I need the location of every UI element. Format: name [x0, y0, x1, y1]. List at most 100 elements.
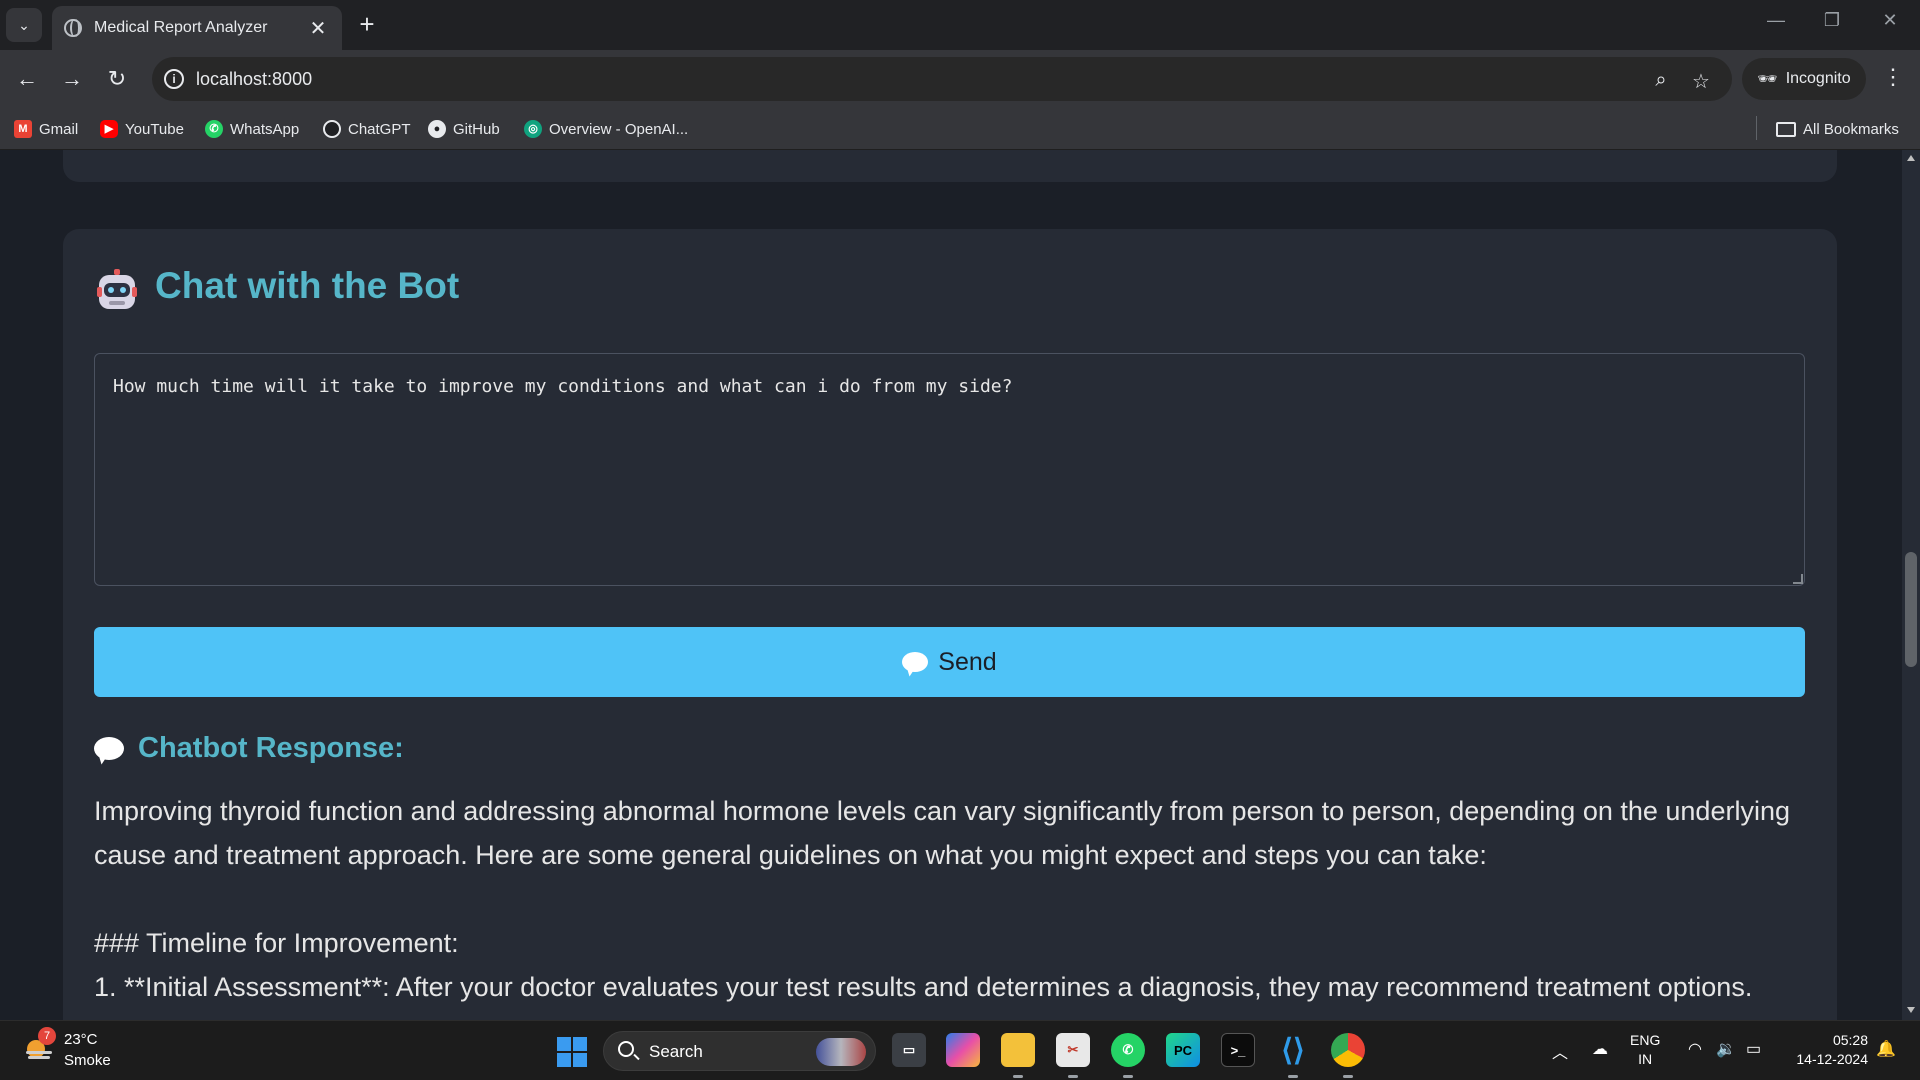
browser-menu-icon[interactable]: ⋮ [1880, 64, 1906, 90]
bookmark-star-icon[interactable]: ☆ [1688, 69, 1714, 94]
site-info-icon[interactable]: i [164, 69, 184, 89]
whatsapp-icon: ✆ [205, 120, 223, 138]
new-tab-button[interactable]: + [352, 10, 382, 40]
system-clock[interactable]: 05:28 14-12-2024 [1786, 1031, 1868, 1069]
bookmarks-bar: M Gmail ▶ YouTube ✆ WhatsApp ChatGPT ● G… [0, 108, 1920, 150]
running-indicator [1068, 1075, 1078, 1078]
tab-close-icon[interactable]: ✕ [306, 16, 330, 41]
minimize-icon[interactable]: — [1756, 10, 1796, 31]
openai-icon: ◎ [524, 120, 542, 138]
bookmark-github[interactable]: ● GitHub [428, 118, 500, 140]
address-bar[interactable]: i localhost:8000 ⌕ ☆ [152, 57, 1732, 101]
response-paragraph: Improving thyroid function and addressin… [94, 796, 1798, 870]
chat-card: Chat with the Bot How much time will it … [63, 229, 1837, 1020]
window-close-icon[interactable]: ✕ [1870, 10, 1910, 31]
running-indicator [1343, 1075, 1353, 1078]
response-heading: Chatbot Response: [94, 732, 404, 765]
chrome-icon[interactable] [1331, 1033, 1365, 1067]
globe-icon [64, 19, 82, 37]
bookmark-whatsapp[interactable]: ✆ WhatsApp [205, 118, 299, 140]
browser-tabstrip: ⌄ Medical Report Analyzer ✕ + — ❐ ✕ [0, 0, 1920, 50]
wifi-icon[interactable]: ◠ [1688, 1039, 1702, 1059]
all-bookmarks-label: All Bookmarks [1803, 120, 1899, 138]
clock-date: 14-12-2024 [1796, 1051, 1868, 1067]
back-icon[interactable]: ← [12, 64, 42, 94]
reload-icon[interactable]: ↻ [102, 64, 132, 94]
restore-icon[interactable]: ❐ [1812, 10, 1852, 31]
bookmark-label: YouTube [125, 120, 184, 138]
github-icon: ● [428, 120, 446, 138]
bookmark-label: Overview - OpenAI... [549, 120, 689, 138]
running-indicator [1288, 1075, 1298, 1078]
address-url[interactable]: localhost:8000 [196, 69, 312, 90]
search-icon [618, 1041, 634, 1057]
gmail-icon: M [14, 120, 32, 138]
response-spacer [94, 877, 1814, 921]
bookmark-label: GitHub [453, 120, 500, 138]
pycharm-icon[interactable]: PC [1166, 1033, 1200, 1067]
running-indicator [1013, 1075, 1023, 1078]
response-list-item: 1. **Initial Assessment**: After your do… [94, 972, 1753, 1002]
weather-temperature[interactable]: 23°C [64, 1031, 98, 1048]
bookmarks-divider [1756, 116, 1757, 140]
youtube-icon: ▶ [100, 120, 118, 138]
incognito-icon: 🕶 [1757, 71, 1778, 88]
tab-medical-report-analyzer[interactable]: Medical Report Analyzer ✕ [52, 6, 342, 50]
response-subheading: ### Timeline for Improvement: [94, 928, 459, 958]
language-code: ENG [1630, 1032, 1661, 1048]
bookmark-label: ChatGPT [348, 120, 411, 138]
battery-icon[interactable]: ▭ [1746, 1039, 1761, 1059]
zoom-icon[interactable]: ⌕ [1648, 69, 1674, 92]
snipping-tool-icon[interactable]: ✂ [1056, 1033, 1090, 1067]
all-bookmarks[interactable]: All Bookmarks [1776, 118, 1899, 140]
weather-description[interactable]: Smoke [64, 1052, 111, 1069]
weather-badge: 7 [38, 1027, 56, 1045]
show-hidden-icons-chevron-icon[interactable]: ︿ [1552, 1039, 1568, 1063]
robot-icon [97, 269, 137, 309]
onedrive-cloud-icon[interactable]: ☁ [1592, 1039, 1608, 1059]
copilot-icon[interactable] [946, 1033, 980, 1067]
send-label: Send [938, 647, 997, 676]
scroll-down-arrow-icon[interactable] [1907, 1007, 1915, 1013]
notification-bell-icon[interactable]: 🔔 [1876, 1039, 1896, 1059]
incognito-profile-button[interactable]: 🕶 Incognito [1742, 58, 1866, 100]
tab-title: Medical Report Analyzer [94, 19, 268, 36]
taskbar-search-label: Search [649, 1042, 703, 1061]
whatsapp-app-icon[interactable]: ✆ [1111, 1033, 1145, 1067]
chat-input[interactable]: How much time will it take to improve my… [94, 353, 1805, 586]
taskbar: 7 23°C Smoke Search ▭ ✂ ✆ PC >_ ⟨⟩ ︿ ☁ E… [0, 1020, 1920, 1080]
search-highlight-icon [816, 1038, 866, 1066]
bookmark-openai-overview[interactable]: ◎ Overview - OpenAI... [524, 118, 688, 140]
page-scrollbar[interactable] [1902, 150, 1920, 1020]
region-code: IN [1638, 1051, 1653, 1067]
tab-search-chevron-icon[interactable]: ⌄ [6, 8, 42, 42]
browser-toolbar: ← → ↻ i localhost:8000 ⌕ ☆ 🕶 Incognito ⋮ [0, 50, 1920, 108]
speech-bubble-icon [94, 737, 124, 760]
running-indicator [1123, 1075, 1133, 1078]
bookmark-gmail[interactable]: M Gmail [14, 118, 78, 140]
windows-start-icon[interactable] [557, 1037, 587, 1067]
terminal-icon[interactable]: >_ [1221, 1033, 1255, 1067]
task-view-icon[interactable]: ▭ [892, 1033, 926, 1067]
incognito-label: Incognito [1785, 70, 1851, 87]
file-explorer-icon[interactable] [1001, 1033, 1035, 1067]
response-title: Chatbot Response: [138, 732, 404, 764]
bookmark-label: Gmail [39, 120, 79, 138]
send-button[interactable]: Send [94, 627, 1805, 697]
vscode-icon[interactable]: ⟨⟩ [1276, 1033, 1310, 1067]
textarea-resize-handle[interactable] [1793, 574, 1803, 584]
volume-icon[interactable]: 🔉 [1716, 1039, 1736, 1059]
chat-title: Chat with the Bot [155, 265, 460, 306]
openai-icon [323, 120, 341, 138]
response-body: Improving thyroid function and addressin… [94, 789, 1814, 1009]
taskbar-search[interactable]: Search [603, 1031, 876, 1071]
scroll-thumb[interactable] [1905, 552, 1917, 667]
forward-icon[interactable]: → [57, 64, 87, 94]
page-viewport: Chat with the Bot How much time will it … [0, 150, 1920, 1020]
language-indicator[interactable]: ENG IN [1630, 1031, 1660, 1069]
folder-icon [1776, 121, 1796, 137]
bookmark-chatgpt[interactable]: ChatGPT [323, 118, 411, 140]
scroll-up-arrow-icon[interactable] [1907, 155, 1915, 161]
bookmark-youtube[interactable]: ▶ YouTube [100, 118, 184, 140]
clock-time: 05:28 [1832, 1032, 1868, 1048]
